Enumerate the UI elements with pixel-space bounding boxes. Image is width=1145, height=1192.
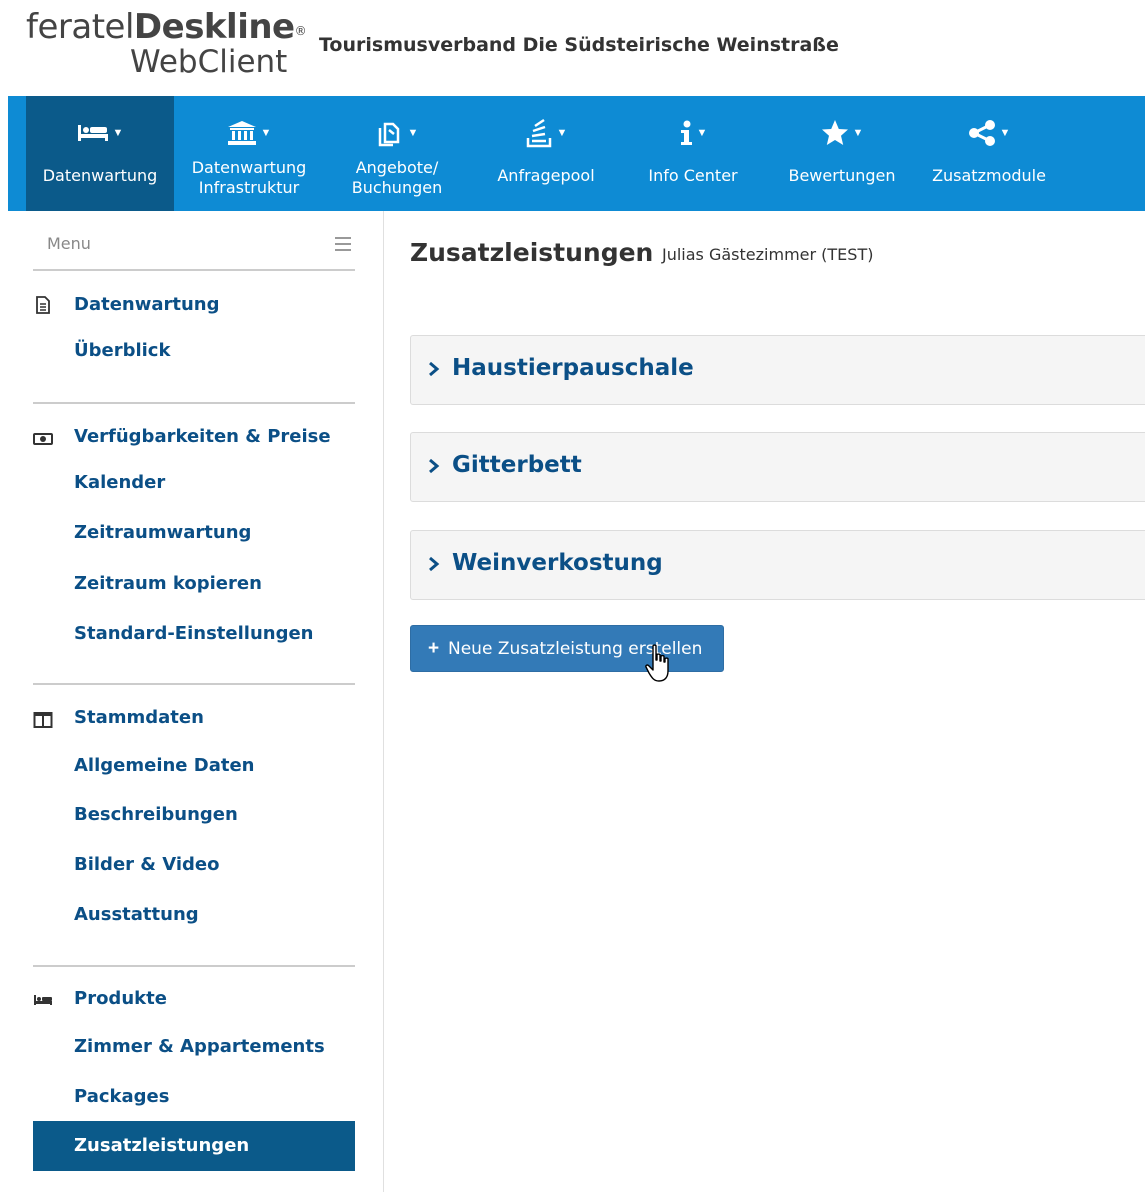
info-icon (680, 120, 692, 145)
bed-icon (77, 125, 108, 141)
sidebar-link-allgemeine-daten[interactable]: Allgemeine Daten (74, 755, 255, 776)
sidebar-divider (33, 402, 355, 404)
plus-icon: + (428, 638, 440, 659)
sidebar-link-bilder-video[interactable]: Bilder & Video (74, 854, 220, 875)
sidebar-link-standard-einstellungen[interactable]: Standard-Einstellungen (74, 623, 313, 644)
chevron-right-icon (429, 556, 440, 572)
nav-item-datenwartung-infrastruktur[interactable]: ▼ Datenwartung Infrastruktur (176, 96, 322, 211)
chevron-down-icon: ▼ (112, 127, 124, 139)
panel-title: Haustierpauschale (452, 355, 694, 381)
sidebar: Menu Datenwartung Überblick Verfügbarkei… (0, 211, 384, 1192)
nav-label: Bewertungen (788, 166, 896, 185)
chevron-down-icon: ▼ (999, 127, 1011, 139)
menu-label: Menu (47, 234, 91, 253)
panel-title: Gitterbett (452, 452, 582, 478)
chevron-down-icon: ▼ (696, 127, 708, 139)
new-zusatzleistung-button[interactable]: + Neue Zusatzleistung erstellen (410, 625, 724, 672)
bank-icon (227, 121, 256, 145)
nav-label: Info Center (648, 166, 738, 185)
money-icon (33, 433, 53, 445)
bed-icon (34, 995, 52, 1005)
sidebar-link-zusatzleistungen[interactable]: Zusatzleistungen (33, 1121, 355, 1171)
logo-text-webclient: WebClient (130, 44, 288, 80)
nav-label: Zusatzmodule (932, 166, 1046, 185)
documents-icon (378, 122, 399, 147)
sidebar-link-ueberblick[interactable]: Überblick (74, 340, 170, 361)
main-navigation: ▼ Datenwartung ▼ Datenwartung Infrastrukt… (8, 96, 1145, 211)
sidebar-link-label: Zusatzleistungen (74, 1135, 250, 1156)
organization-name: Tourismusverband Die Südsteirische Weins… (319, 34, 839, 56)
document-icon (36, 296, 50, 314)
sidebar-link-zeitraumwartung[interactable]: Zeitraumwartung (74, 522, 251, 543)
sidebar-link-packages[interactable]: Packages (74, 1086, 169, 1107)
accordion-panel-haustierpauschale[interactable]: Haustierpauschale (410, 335, 1145, 405)
nav-item-bewertungen[interactable]: ▼ Bewertungen (768, 96, 916, 211)
panel-title: Weinverkostung (452, 550, 663, 576)
chevron-right-icon (429, 458, 440, 474)
page-subtitle: Julias Gästezimmer (TEST) (662, 245, 874, 264)
chevron-down-icon: ▼ (852, 127, 864, 139)
sidebar-link-ausstattung[interactable]: Ausstattung (74, 904, 199, 925)
inbox-stack-icon (526, 118, 551, 148)
section-title-datenwartung: Datenwartung (74, 294, 220, 315)
sidebar-link-zeitraum-kopieren[interactable]: Zeitraum kopieren (74, 573, 262, 594)
logo-text-feratel: feratel (26, 7, 134, 47)
nav-label-line2: Infrastruktur (198, 178, 300, 197)
nav-label: Datenwartung (42, 166, 158, 185)
nav-item-info-center[interactable]: ▼ Info Center (620, 96, 766, 211)
sidebar-link-beschreibungen[interactable]: Beschreibungen (74, 804, 238, 825)
accordion-panel-weinverkostung[interactable]: Weinverkostung (410, 530, 1145, 600)
app-header: feratelDeskline® WebClient Tourismusverb… (0, 0, 1145, 96)
feratel-logo[interactable]: feratelDeskline® WebClient (26, 7, 307, 88)
logo-registered-mark: ® (294, 24, 307, 38)
section-title-verfuegbarkeiten: Verfügbarkeiten & Preise (74, 426, 331, 447)
nav-item-angebote-buchungen[interactable]: ▼ Angebote/Buchungen (323, 96, 471, 211)
columns-icon (33, 712, 53, 728)
menu-header: Menu (33, 211, 355, 271)
nav-label-line1: Angebote/ (355, 158, 439, 177)
hamburger-icon[interactable] (335, 237, 351, 255)
nav-item-zusatzmodule[interactable]: ▼ Zusatzmodule (916, 96, 1062, 211)
section-title-stammdaten: Stammdaten (74, 707, 204, 728)
nav-item-anfragepool[interactable]: ▼ Anfragepool (472, 96, 620, 211)
chevron-down-icon: ▼ (260, 127, 272, 139)
sidebar-divider (33, 683, 355, 685)
accordion-panel-gitterbett[interactable]: Gitterbett (410, 432, 1145, 502)
section-title-produkte: Produkte (74, 988, 167, 1009)
nav-label-line2: Buchungen (351, 178, 443, 197)
page-title: Zusatzleistungen (410, 238, 654, 267)
logo-text-deskline: Deskline (133, 7, 295, 47)
chevron-right-icon (429, 361, 440, 377)
chevron-down-icon: ▼ (556, 127, 568, 139)
nav-label-line1: Datenwartung (191, 158, 307, 177)
sidebar-link-kalender[interactable]: Kalender (74, 472, 165, 493)
sidebar-divider (33, 965, 355, 967)
nav-label: Anfragepool (497, 166, 595, 185)
share-icon (968, 120, 995, 146)
hand-pointer-cursor-icon (645, 644, 669, 682)
chevron-down-icon: ▼ (407, 127, 419, 139)
sidebar-link-zimmer-appartements[interactable]: Zimmer & Appartements (74, 1036, 325, 1057)
star-icon (821, 120, 848, 145)
nav-item-datenwartung[interactable]: ▼ Datenwartung (26, 96, 174, 211)
